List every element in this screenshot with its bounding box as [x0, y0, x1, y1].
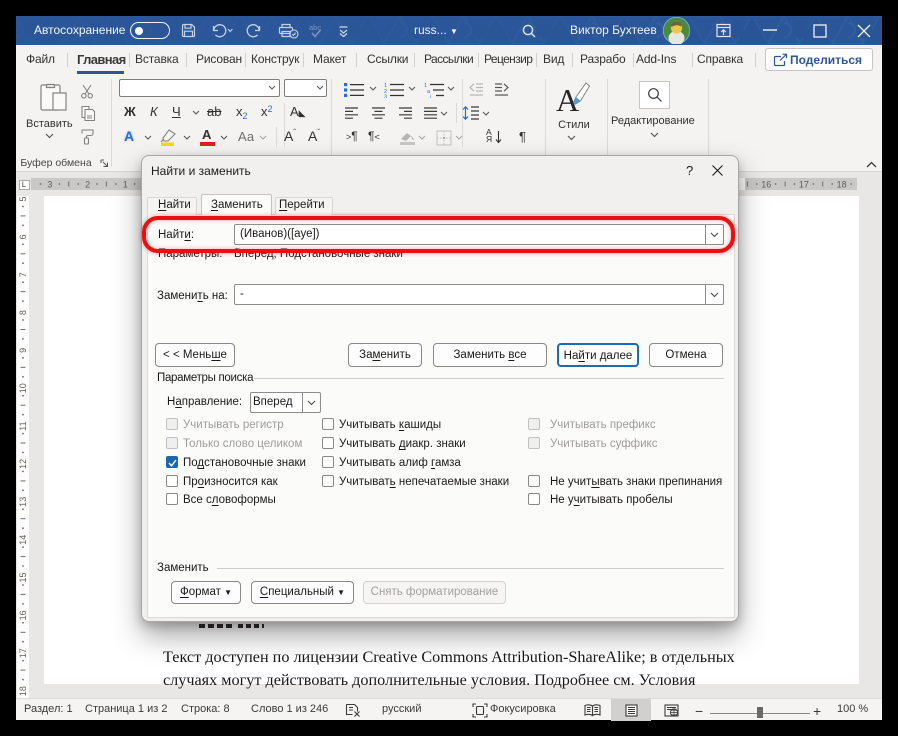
- svg-text:9: 9: [18, 348, 28, 353]
- svg-text:11: 11: [18, 421, 28, 430]
- svg-text:10: 10: [18, 383, 28, 393]
- svg-text:1: 1: [123, 180, 128, 190]
- svg-text:2: 2: [85, 180, 90, 190]
- svg-text:12: 12: [18, 459, 28, 469]
- svg-text:8: 8: [18, 310, 28, 315]
- svg-text:18: 18: [18, 686, 28, 696]
- svg-text:17: 17: [799, 180, 809, 190]
- svg-text:13: 13: [18, 497, 28, 507]
- svg-text:7: 7: [18, 272, 28, 277]
- svg-text:15: 15: [18, 572, 28, 582]
- svg-text:3: 3: [384, 95, 387, 99]
- svg-text:14: 14: [18, 535, 28, 545]
- svg-text:5: 5: [18, 196, 28, 201]
- svg-text:3: 3: [47, 180, 52, 190]
- svg-text:17: 17: [18, 648, 28, 658]
- svg-text:6: 6: [18, 234, 28, 239]
- svg-text:16: 16: [761, 180, 771, 190]
- svg-text:i: i: [430, 95, 431, 99]
- svg-text:16: 16: [18, 610, 28, 620]
- svg-text:18: 18: [837, 180, 847, 190]
